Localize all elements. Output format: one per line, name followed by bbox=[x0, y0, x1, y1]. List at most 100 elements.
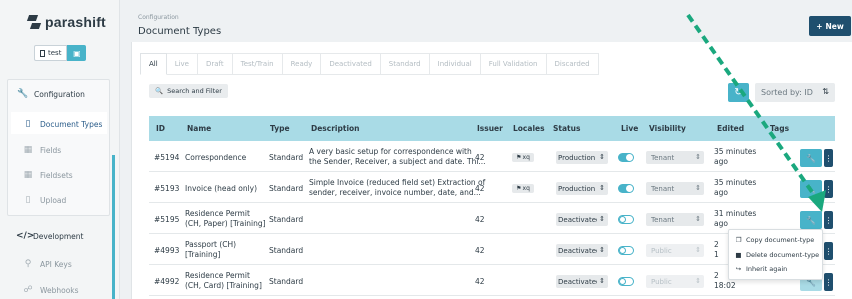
cell-issuer: 42 bbox=[475, 215, 485, 224]
col-name[interactable]: Name bbox=[187, 124, 211, 133]
table-icon: ▦ bbox=[23, 170, 33, 180]
col-tags[interactable]: Tags bbox=[770, 124, 789, 133]
search-filter-button[interactable]: 🔍 Search and Filter bbox=[149, 84, 228, 98]
sidebar-section-label: Configuration bbox=[34, 89, 85, 99]
cell-id[interactable]: #4992 bbox=[154, 277, 179, 286]
visibility-select[interactable]: Tenant ⇕ bbox=[646, 213, 704, 226]
col-description[interactable]: Description bbox=[311, 124, 360, 133]
cell-issuer: 42 bbox=[475, 153, 485, 162]
col-edited[interactable]: Edited bbox=[717, 124, 744, 133]
search-icon: 🔍 bbox=[155, 87, 164, 95]
live-toggle[interactable] bbox=[618, 153, 634, 162]
live-toggle[interactable] bbox=[618, 246, 634, 255]
table-row[interactable]: #5194 Correspondence Standard A very basic … bbox=[149, 141, 835, 172]
sidebar-scrollbar[interactable] bbox=[112, 155, 115, 299]
bank-icon[interactable]: ▣ bbox=[67, 45, 87, 61]
col-status[interactable]: Status bbox=[553, 124, 580, 133]
sidebar-item-api-keys[interactable]: ⚲ API Keys bbox=[23, 259, 72, 269]
menu-item-copy[interactable]: ❐ Copy document-type bbox=[735, 236, 815, 244]
sidebar-item-fieldsets[interactable]: ▦ Fieldsets bbox=[23, 170, 73, 180]
col-type[interactable]: Type bbox=[270, 124, 290, 133]
cell-edited: 35 minutes ago bbox=[714, 178, 756, 198]
cell-description-line1: Simple Invoice (reduced field set) Extra… bbox=[309, 178, 486, 187]
sidebar-section-configuration[interactable]: 🔧 Configuration bbox=[17, 89, 85, 99]
cell-id[interactable]: #4993 bbox=[154, 246, 179, 255]
tab-full-validation[interactable]: Full Validation bbox=[480, 53, 547, 75]
cell-id[interactable]: #5193 bbox=[154, 184, 179, 193]
sidebar-section-label: Development bbox=[33, 231, 84, 241]
select-caret-icon: ⇕ bbox=[695, 184, 701, 192]
edit-button[interactable]: 🔧 bbox=[800, 180, 822, 198]
cell-issuer: 42 bbox=[475, 184, 485, 193]
app-logo[interactable]: parashift bbox=[26, 14, 106, 30]
status-value: Deactivated bbox=[558, 246, 601, 255]
tab-test-train[interactable]: Test/Train bbox=[232, 53, 283, 75]
menu-item-inherit[interactable]: ↪ Inherit again bbox=[735, 265, 788, 273]
cell-name[interactable]: Correspondence bbox=[185, 153, 246, 162]
live-toggle[interactable] bbox=[618, 184, 634, 193]
edit-button[interactable]: 🔧 bbox=[800, 149, 822, 167]
tenant-switcher[interactable]: test ▣ bbox=[34, 45, 87, 61]
sidebar-item-document-types[interactable]: ▯ Document Types bbox=[23, 119, 103, 129]
tab-deactivated[interactable]: Deactivated bbox=[321, 53, 381, 75]
key-icon: ⚲ bbox=[24, 259, 32, 269]
select-caret-icon: ⇕ bbox=[597, 184, 605, 192]
status-select[interactable]: Deactivated ⇕ bbox=[556, 213, 608, 226]
sidebar-item-webhooks[interactable]: ☍ Webhooks bbox=[23, 285, 78, 295]
webhook-icon: ☍ bbox=[23, 285, 33, 295]
col-live[interactable]: Live bbox=[621, 124, 638, 133]
cell-name[interactable]: Residence Permit (CH, Paper) [Training] bbox=[185, 209, 266, 229]
sort-select[interactable]: Sorted by: ID ⇅ bbox=[755, 83, 835, 102]
sidebar-item-upload[interactable]: ▯ Upload bbox=[23, 195, 67, 205]
cell-id[interactable]: #5195 bbox=[154, 215, 179, 224]
col-id[interactable]: ID bbox=[156, 124, 165, 133]
cell-edited-line1: 2 bbox=[714, 271, 719, 280]
visibility-select[interactable]: Tenant ⇕ bbox=[646, 151, 704, 164]
live-toggle[interactable] bbox=[618, 215, 634, 224]
new-button[interactable]: + New bbox=[809, 16, 851, 36]
cell-edited-line2: 18:02 bbox=[714, 281, 736, 290]
status-select[interactable]: Production ⇕ bbox=[556, 182, 608, 195]
more-actions-button[interactable]: ⋮ bbox=[824, 211, 833, 229]
col-visibility[interactable]: Visibility bbox=[649, 124, 686, 133]
visibility-select[interactable]: Public ⇕ bbox=[646, 244, 704, 257]
code-icon: </> bbox=[16, 231, 35, 241]
tab-ready[interactable]: Ready bbox=[282, 53, 322, 75]
col-locales[interactable]: Locales bbox=[513, 124, 545, 133]
sidebar-item-fields[interactable]: ▦ Fields bbox=[23, 145, 61, 155]
table-row[interactable]: #5193 Invoice (head only) Standard Simple I… bbox=[149, 172, 835, 203]
tab-standard[interactable]: Standard bbox=[380, 53, 430, 75]
tab-live[interactable]: Live bbox=[166, 53, 198, 75]
cell-edited-line1: 2 bbox=[714, 240, 719, 249]
cell-id[interactable]: #5194 bbox=[154, 153, 179, 162]
sidebar-section-development[interactable]: </> Development bbox=[16, 231, 84, 241]
edit-button[interactable]: 🔧 bbox=[800, 211, 822, 229]
breadcrumb[interactable]: Configuration bbox=[138, 14, 179, 21]
more-actions-button[interactable]: ⋮ bbox=[824, 180, 833, 198]
menu-item-delete[interactable]: ■ Delete document-type bbox=[735, 251, 819, 259]
status-select[interactable]: Production ⇕ bbox=[556, 151, 608, 164]
table-icon: ▦ bbox=[23, 145, 33, 155]
more-actions-button[interactable]: ⋮ bbox=[824, 273, 833, 291]
tenant-button[interactable]: test bbox=[34, 45, 68, 61]
visibility-select[interactable]: Tenant ⇕ bbox=[646, 182, 704, 195]
refresh-button[interactable]: ↻ bbox=[728, 83, 749, 102]
tab-discarded[interactable]: Discarded bbox=[546, 53, 599, 75]
visibility-select[interactable]: Public ⇕ bbox=[646, 275, 704, 288]
tab-draft[interactable]: Draft bbox=[197, 53, 233, 75]
tab-individual[interactable]: Individual bbox=[429, 53, 481, 75]
visibility-value: Tenant bbox=[651, 153, 675, 162]
status-select[interactable]: Deactivated ⇕ bbox=[556, 275, 608, 288]
live-toggle[interactable] bbox=[618, 277, 634, 286]
cell-name[interactable]: Residence Permit (CH, Card) [Training] bbox=[185, 271, 262, 291]
cell-edited: 21 bbox=[714, 240, 719, 260]
col-issuer[interactable]: Issuer bbox=[477, 124, 503, 133]
more-actions-button[interactable]: ⋮ bbox=[824, 149, 833, 167]
cell-name[interactable]: Invoice (head only) bbox=[185, 184, 257, 193]
cell-name[interactable]: Passport (CH) [Training] bbox=[185, 240, 236, 260]
sort-order-icon[interactable]: ⇅ bbox=[822, 87, 829, 96]
tab-all[interactable]: All bbox=[140, 53, 167, 75]
more-actions-button[interactable]: ⋮ bbox=[824, 242, 833, 260]
cell-type: Standard bbox=[269, 184, 304, 193]
status-select[interactable]: Deactivated ⇕ bbox=[556, 244, 608, 257]
